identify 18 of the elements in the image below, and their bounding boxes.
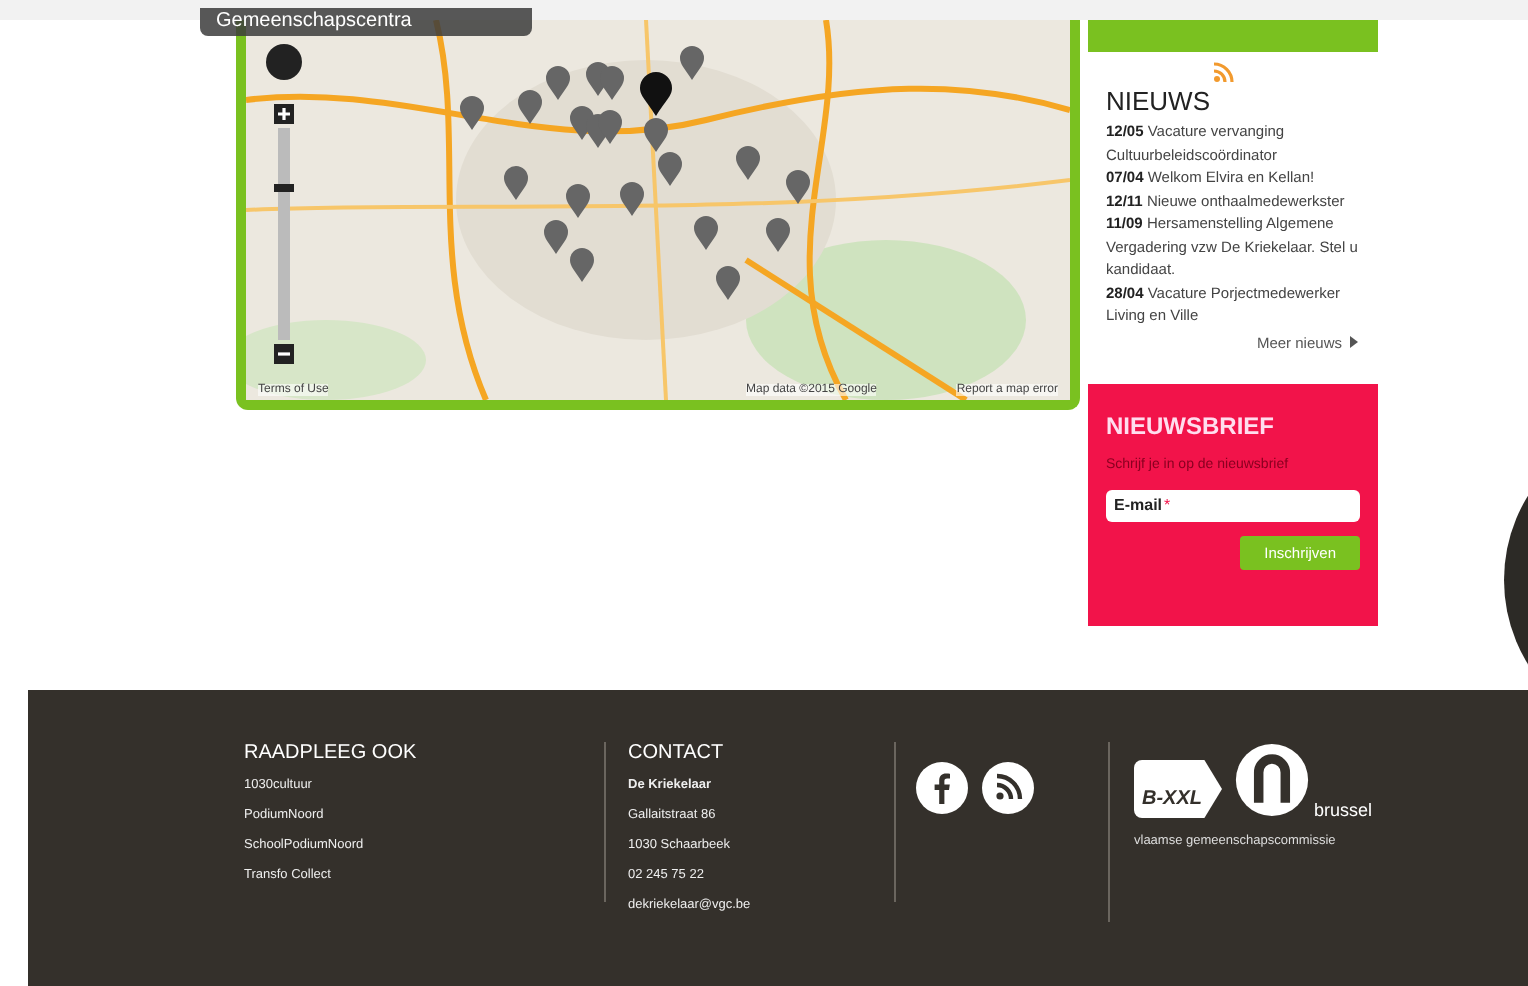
rss-icon[interactable] [982, 762, 1034, 814]
zoom-slider[interactable] [278, 128, 290, 340]
plus-icon [276, 106, 292, 122]
news-heading: NIEUWS [1106, 86, 1212, 116]
footer-heading: RAADPLEEG OOK [244, 742, 419, 764]
vgc-logo-icon[interactable] [1234, 742, 1310, 818]
zoom-out-button[interactable] [274, 344, 294, 364]
logo-wordmark: brussel [1314, 800, 1373, 820]
newsletter-heading: NIEUWSBRIEF [1106, 411, 1276, 439]
cultuurcentrum-logo[interactable]: B-XXL [1134, 760, 1222, 818]
zoom-in-button[interactable] [274, 104, 294, 124]
map-layer-label[interactable]: Gemeenschapscentra [200, 8, 532, 36]
facebook-icon[interactable] [916, 762, 968, 814]
caret-icon [1350, 336, 1358, 348]
zoom-slider-thumb[interactable] [274, 183, 294, 192]
minus-icon [276, 346, 292, 362]
footer-heading: CONTACT [628, 742, 726, 764]
email-field[interactable]: E-mail* [1106, 489, 1360, 521]
